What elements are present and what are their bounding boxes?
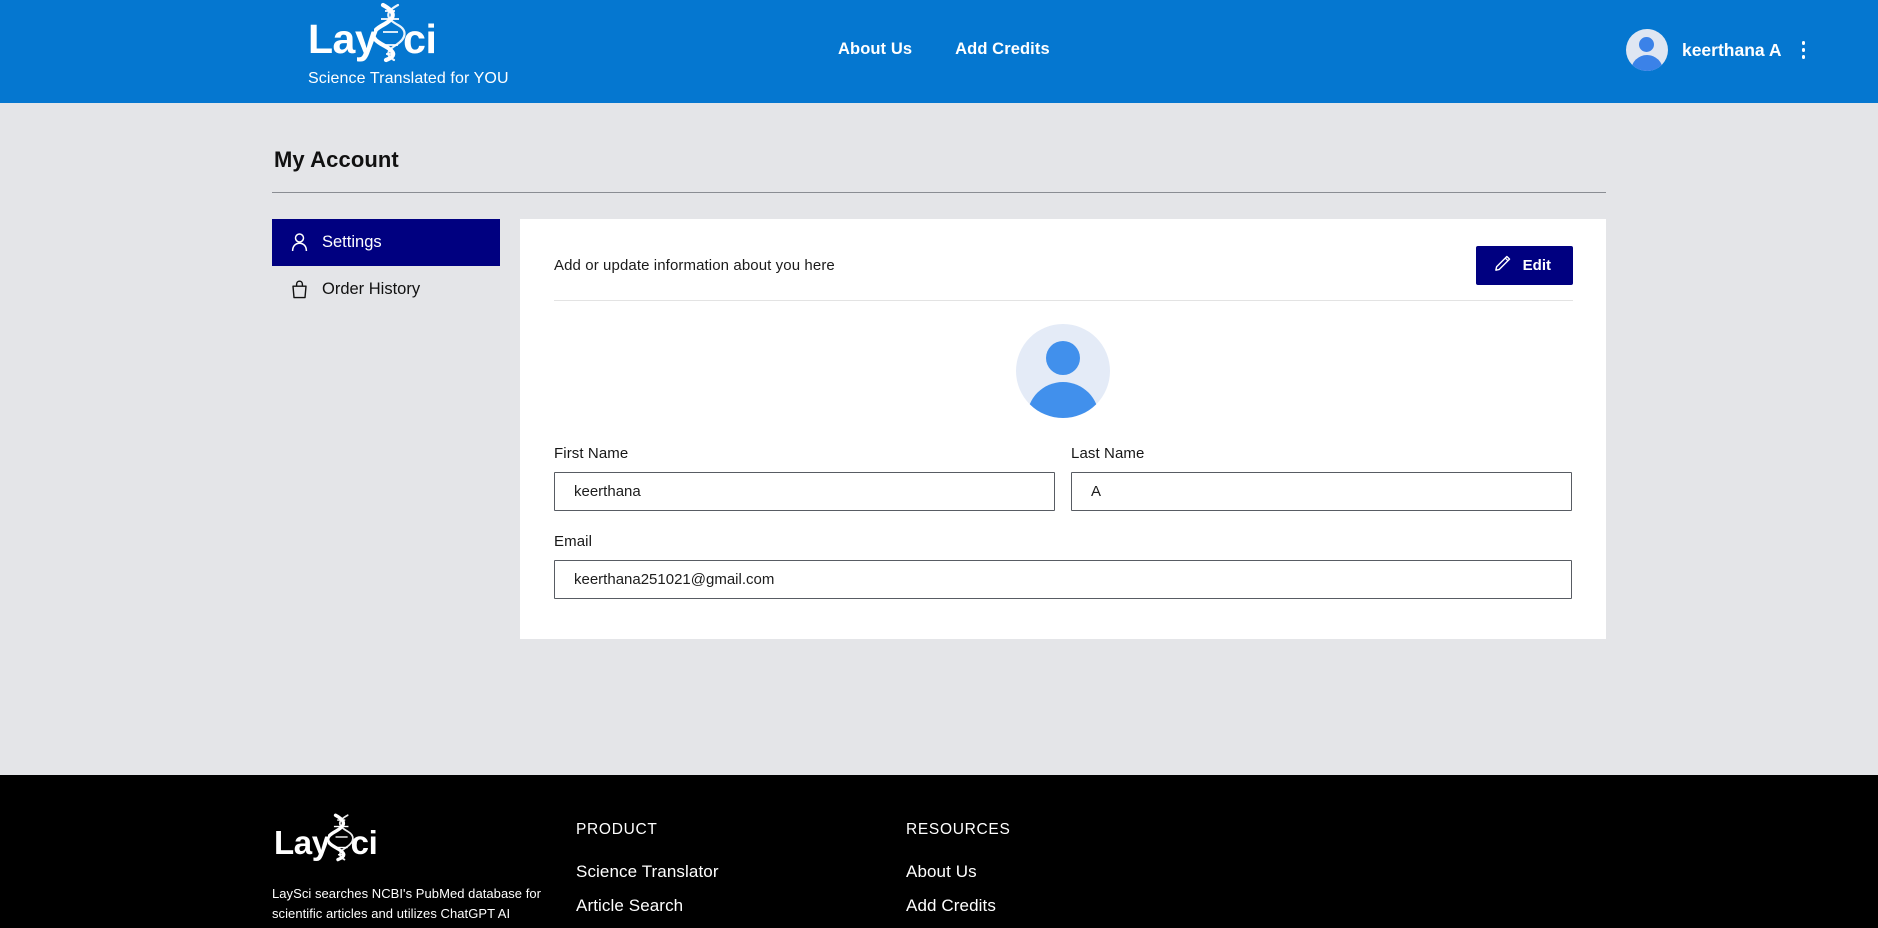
footer-column-heading: RESOURCES (906, 821, 1011, 838)
title-divider (272, 192, 1606, 193)
card-description: Add or update information about you here (554, 257, 835, 274)
card-header: Add or update information about you here… (520, 219, 1606, 288)
user-menu[interactable]: keerthana A (1625, 29, 1812, 71)
avatar-body-shape (1630, 55, 1663, 71)
dna-helix-icon (327, 813, 354, 862)
footer-logo-text-lay: Lay (274, 824, 330, 861)
footer-column-product: PRODUCT Science Translator Article Searc… (576, 821, 906, 928)
site-footer: Lay ci LaySci searches NCBI's PubMed data… (0, 775, 1878, 928)
name-row: First Name Last Name (554, 445, 1572, 511)
brand-logo-block[interactable]: Lay ci Science Translated for YOU (308, 2, 509, 88)
brand-tagline: Science Translated for YOU (308, 70, 509, 88)
user-name-label: keerthana A (1681, 39, 1782, 60)
email-row: Email (554, 533, 1572, 599)
avatar-head-shape (1046, 341, 1080, 375)
last-name-field-group: Last Name (1071, 445, 1572, 511)
logo-text-lay: Lay (308, 16, 378, 62)
first-name-input[interactable] (554, 472, 1055, 511)
kebab-dot (1801, 55, 1805, 59)
profile-form: First Name Last Name Email (520, 418, 1606, 599)
kebab-dot (1801, 41, 1805, 45)
account-sidebar: Settings Order History (272, 219, 500, 313)
footer-brand-column: Lay ci LaySci searches NCBI's PubMed data… (272, 813, 547, 928)
shopping-bag-icon (291, 280, 308, 299)
laysci-logo: Lay ci (308, 2, 437, 63)
footer-description: LaySci searches NCBI's PubMed database f… (272, 886, 542, 928)
first-name-field-group: First Name (554, 445, 1055, 511)
last-name-label: Last Name (1071, 445, 1145, 462)
email-label: Email (554, 533, 593, 550)
page-body: My Account Settings Order History Add or… (0, 103, 1878, 928)
dna-helix-icon (374, 2, 406, 63)
profile-avatar-wrap (520, 301, 1606, 418)
kebab-dot (1801, 48, 1805, 52)
email-input[interactable] (554, 560, 1572, 599)
user-avatar-large-icon[interactable] (1016, 324, 1110, 418)
avatar-body-shape (1027, 382, 1099, 418)
email-field-group: Email (554, 533, 1572, 599)
footer-link-science-translator[interactable]: Science Translator (576, 862, 906, 882)
first-name-label: First Name (554, 445, 629, 462)
footer-link-about-us[interactable]: About Us (906, 862, 1236, 882)
user-avatar-icon[interactable] (1625, 29, 1668, 71)
sidebar-item-order-history[interactable]: Order History (272, 266, 500, 313)
user-icon (291, 233, 308, 252)
kebab-menu-icon[interactable] (1796, 37, 1812, 63)
pencil-icon (1493, 254, 1512, 277)
footer-link-add-credits[interactable]: Add Credits (906, 896, 1236, 916)
footer-column-resources: RESOURCES About Us Add Credits Contact U… (906, 821, 1236, 928)
edit-button[interactable]: Edit (1475, 246, 1573, 285)
account-main: Settings Order History Add or update inf… (272, 219, 1606, 639)
page-title-row: My Account (272, 103, 1606, 193)
page-title: My Account (274, 147, 399, 172)
account-settings-card: Add or update information about you here… (520, 219, 1606, 639)
last-name-input[interactable] (1071, 472, 1572, 511)
sidebar-item-label: Settings (322, 233, 382, 251)
sidebar-item-settings[interactable]: Settings (272, 219, 500, 266)
footer-laysci-logo[interactable]: Lay ci (272, 813, 547, 862)
site-header: Lay ci Science Translated for YOU About U… (0, 0, 1878, 103)
sidebar-item-label: Order History (322, 280, 421, 298)
edit-button-label: Edit (1522, 257, 1551, 274)
footer-content: Lay ci LaySci searches NCBI's PubMed data… (272, 775, 1606, 928)
avatar-head-shape (1639, 37, 1655, 52)
footer-link-article-search[interactable]: Article Search (576, 896, 906, 916)
nav-add-credits[interactable]: Add Credits (955, 40, 1050, 59)
footer-column-heading: PRODUCT (576, 821, 658, 838)
nav-about-us[interactable]: About Us (838, 40, 912, 59)
primary-navigation: About Us Add Credits (838, 40, 1050, 59)
